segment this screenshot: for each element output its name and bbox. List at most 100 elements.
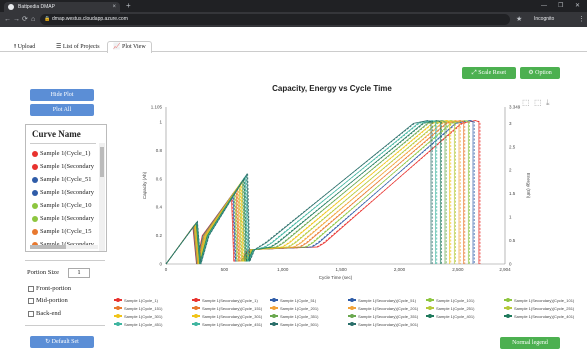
legend-swatch-icon <box>504 306 512 310</box>
legend-label: Sample 1(Secondary)(Cycle_101) <box>514 298 575 303</box>
legend-label: Sample 1(Cycle_1) <box>124 298 159 303</box>
legend-swatch-icon <box>270 322 278 326</box>
legend-item[interactable]: Sample 1(Secondary)(Cycle_451) <box>192 322 262 327</box>
legend-swatch-icon <box>348 298 356 302</box>
legend-marker-icon <box>350 314 354 318</box>
legend-item[interactable]: Sample 1(Cycle_51) <box>270 298 316 303</box>
legend-label: Sample 1(Secondary)(Cycle_451) <box>202 322 263 327</box>
legend-marker-icon <box>350 322 354 326</box>
legend-label: Sample 1(Cycle_501) <box>280 322 319 327</box>
y-left-tick-label: 0.4 <box>156 205 163 210</box>
legend-item[interactable]: Sample 1(Cycle_101) <box>426 298 474 303</box>
legend-label: Sample 1(Secondary)(Cycle_251) <box>514 306 575 311</box>
normal-legend-button[interactable]: Normal legend <box>500 337 560 349</box>
legend-item[interactable]: Sample 1(Secondary)(Cycle_1) <box>192 298 258 303</box>
y-left-axis-label: Capacity (Ah) <box>142 171 147 199</box>
legend-label: Sample 1(Cycle_401) <box>436 314 475 319</box>
legend-label: Sample 1(Secondary)(Cycle_151) <box>202 306 263 311</box>
y-left-tick-label: 1 <box>159 119 162 124</box>
legend-label: Sample 1(Secondary)(Cycle_1) <box>202 298 258 303</box>
y-right-tick-label: 2.5 <box>509 144 516 149</box>
legend-item[interactable]: Sample 1(Secondary)(Cycle_351) <box>348 314 418 319</box>
y-right-tick-label: 1.5 <box>509 191 516 196</box>
legend-label: Sample 1(Cycle_201) <box>280 306 319 311</box>
legend-item[interactable]: Sample 1(Cycle_251) <box>426 306 474 311</box>
legend-label: Sample 1(Secondary)(Cycle_401) <box>514 314 575 319</box>
legend-marker-icon <box>272 322 276 326</box>
legend-swatch-icon <box>426 306 434 310</box>
legend-swatch-icon <box>192 314 200 318</box>
legend-swatch-icon <box>348 322 356 326</box>
x-tick-label: 2,500 <box>452 267 464 272</box>
y-left-tick-label: 0.8 <box>156 148 163 153</box>
legend-swatch-icon <box>348 306 356 310</box>
x-tick-label: 500 <box>221 267 229 272</box>
legend-label: Sample 1(Cycle_51) <box>280 298 317 303</box>
legend-item[interactable]: Sample 1(Cycle_351) <box>270 314 318 319</box>
legend-item[interactable]: Sample 1(Secondary)(Cycle_151) <box>192 306 262 311</box>
legend-swatch-icon <box>270 314 278 318</box>
legend-marker-icon <box>272 298 276 302</box>
series-line <box>165 120 455 265</box>
y-left-tick-label: 0 <box>159 262 162 267</box>
y-left-tick-label: 0.2 <box>156 233 163 238</box>
legend-item[interactable]: Sample 1(Cycle_1) <box>114 298 158 303</box>
legend-label: Sample 1(Cycle_451) <box>124 322 163 327</box>
series-line <box>165 120 452 265</box>
legend-marker-icon <box>272 314 276 318</box>
legend-marker-icon <box>350 306 354 310</box>
legend-marker-icon <box>428 306 432 310</box>
series-line <box>165 120 469 265</box>
x-tick-label: 2,000 <box>394 267 406 272</box>
legend-swatch-icon <box>114 322 122 326</box>
series-line <box>165 120 446 265</box>
legend-item[interactable]: Sample 1(Secondary)(Cycle_501) <box>348 322 418 327</box>
y-right-tick-label: 2 <box>509 168 512 173</box>
legend-item[interactable]: Sample 1(Cycle_451) <box>114 322 162 327</box>
legend-marker-icon <box>194 298 198 302</box>
legend-item[interactable]: Sample 1(Secondary)(Cycle_301) <box>192 314 262 319</box>
legend-swatch-icon <box>504 314 512 318</box>
chart-curves <box>165 120 481 265</box>
legend-label: Sample 1(Secondary)(Cycle_51) <box>358 298 417 303</box>
legend-label: Sample 1(Cycle_351) <box>280 314 319 319</box>
legend-item[interactable]: Sample 1(Cycle_501) <box>270 322 318 327</box>
series-line <box>165 120 481 265</box>
legend-label: Sample 1(Cycle_101) <box>436 298 475 303</box>
x-tick-label: 1,000 <box>277 267 289 272</box>
legend-label: Sample 1(Secondary)(Cycle_501) <box>358 322 419 327</box>
legend-item[interactable]: Sample 1(Cycle_401) <box>426 314 474 319</box>
legend-marker-icon <box>116 314 120 318</box>
legend-item[interactable]: Sample 1(Secondary)(Cycle_201) <box>348 306 418 311</box>
y-left-tick-label: 0.6 <box>156 176 163 181</box>
legend-marker-icon <box>506 314 510 318</box>
x-tick-label: 2,904 <box>499 267 511 272</box>
legend-item[interactable]: Sample 1(Secondary)(Cycle_251) <box>504 306 574 311</box>
y-right-tick-label: 0 <box>509 262 512 267</box>
legend-label: Sample 1(Cycle_251) <box>436 306 475 311</box>
legend-swatch-icon <box>114 306 122 310</box>
legend-marker-icon <box>116 322 120 326</box>
legend-item[interactable]: Sample 1(Secondary)(Cycle_51) <box>348 298 416 303</box>
legend-item[interactable]: Sample 1(Cycle_301) <box>114 314 162 319</box>
legend-item[interactable]: Sample 1(Secondary)(Cycle_401) <box>504 314 574 319</box>
legend-marker-icon <box>194 306 198 310</box>
legend-swatch-icon <box>114 298 122 302</box>
legend-marker-icon <box>272 306 276 310</box>
legend-label: Sample 1(Cycle_301) <box>124 314 163 319</box>
legend-marker-icon <box>428 314 432 318</box>
legend-swatch-icon <box>192 298 200 302</box>
y-right-tick-label: 3 <box>509 121 512 126</box>
series-line <box>165 120 447 265</box>
legend-marker-icon <box>506 306 510 310</box>
x-axis-label: Cycle Time (sec) <box>319 275 353 280</box>
y-right-tick-label: 3.349 <box>509 105 521 110</box>
legend-item[interactable]: Sample 1(Cycle_151) <box>114 306 162 311</box>
legend-item[interactable]: Sample 1(Cycle_201) <box>270 306 318 311</box>
legend-swatch-icon <box>348 314 356 318</box>
y-left-tick-label: 1.105 <box>151 105 163 110</box>
legend-item[interactable]: Sample 1(Secondary)(Cycle_101) <box>504 298 574 303</box>
legend-marker-icon <box>350 298 354 302</box>
legend-swatch-icon <box>192 322 200 326</box>
legend-marker-icon <box>116 298 120 302</box>
